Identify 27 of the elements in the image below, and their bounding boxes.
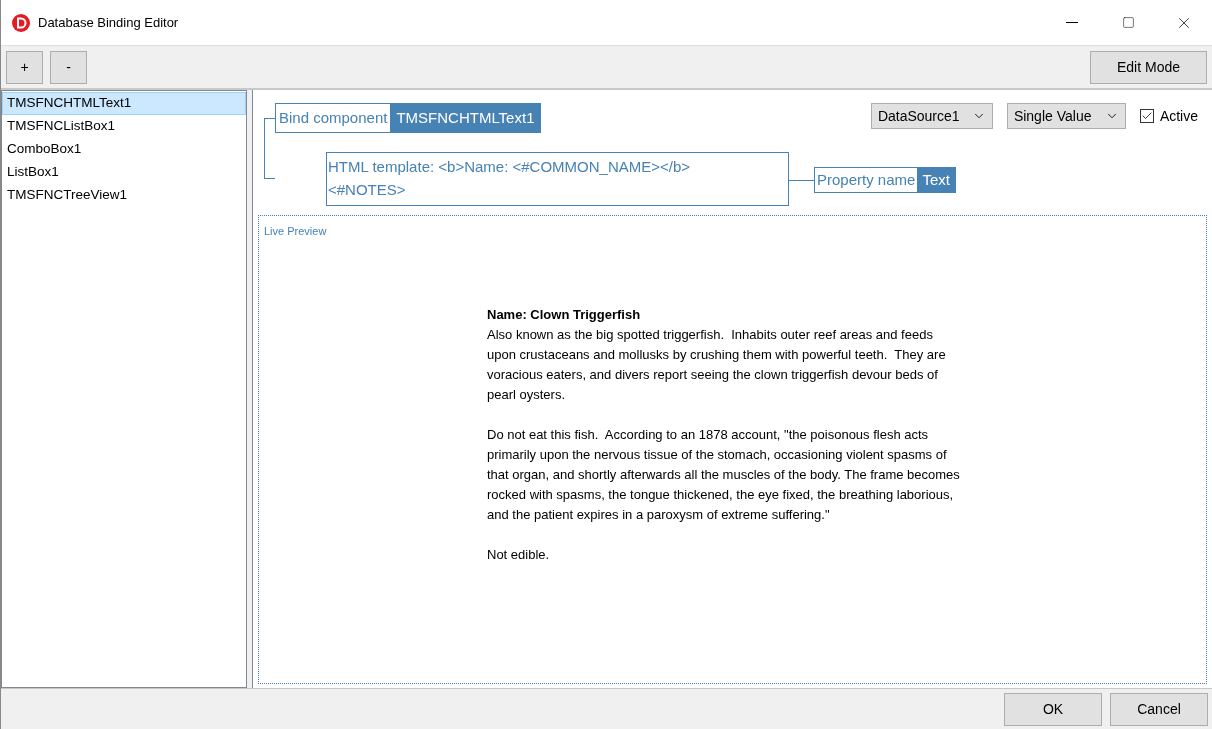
template-node: HTML template: <b>Name: <#COMMON_NAME></b> <#NOTES>: [326, 152, 789, 206]
node-value: TMSFNCHTMLText1: [390, 104, 541, 132]
dropdown[interactable]: Single Value: [1006, 103, 1126, 129]
dropdown[interactable]: DataSource1: [870, 103, 993, 129]
dialog-button[interactable]: OK: [1004, 692, 1102, 726]
preview-label: Live Preview: [264, 224, 327, 239]
app-logo-icon: [12, 13, 30, 32]
toolbar-button[interactable]: -: [50, 50, 87, 84]
active-checkbox[interactable]: Active: [1139, 105, 1198, 127]
list-item[interactable]: TMSFNCListBox1: [2, 115, 246, 138]
list-item[interactable]: ComboBox1: [2, 138, 246, 161]
minimize-icon: [1066, 22, 1078, 23]
maximize-icon: [1121, 16, 1135, 29]
toolbar-button[interactable]: +: [6, 50, 43, 84]
node-label: Bind component: [278, 107, 389, 128]
window-title: Database Binding Editor: [38, 13, 179, 32]
preview-paragraph: Not edible.: [487, 545, 551, 564]
node-label: Property name: [816, 169, 917, 190]
list-item[interactable]: TMSFNCHTMLText1: [2, 92, 246, 115]
edit-mode-button[interactable]: Edit Mode: [1090, 50, 1207, 84]
preview-heading: Name: Clown Triggerfish: [487, 305, 641, 324]
node-value: Text: [917, 168, 955, 192]
preview-paragraph: Also known as the big spotted triggerfish. Inhabits outer reef areas and feeds upon crustaceans and mollusks by crushing them with powerful teeth. They are voracious eaters, and divers report seeing the clown triggerfish devour beds of pearl oysters.: [487, 325, 947, 404]
list-item[interactable]: TMSFNCTreeView1: [2, 184, 246, 207]
list-item[interactable]: ListBox1: [2, 161, 246, 184]
preview-paragraph: Do not eat this fish. According to an 1878 account, "the poisonous flesh acts primarily upon the nervous tissue of the stomach, occasioning violent spasms of that organ, and shortly afterwards all the muscles of the body. The frame becomes rocked with spasms, the tongue thickened, the eye fixed, the breathing laborious, and the patient expires in a paroxysm of extreme suffering.": [487, 425, 961, 524]
dialog-button[interactable]: Cancel: [1110, 692, 1208, 726]
